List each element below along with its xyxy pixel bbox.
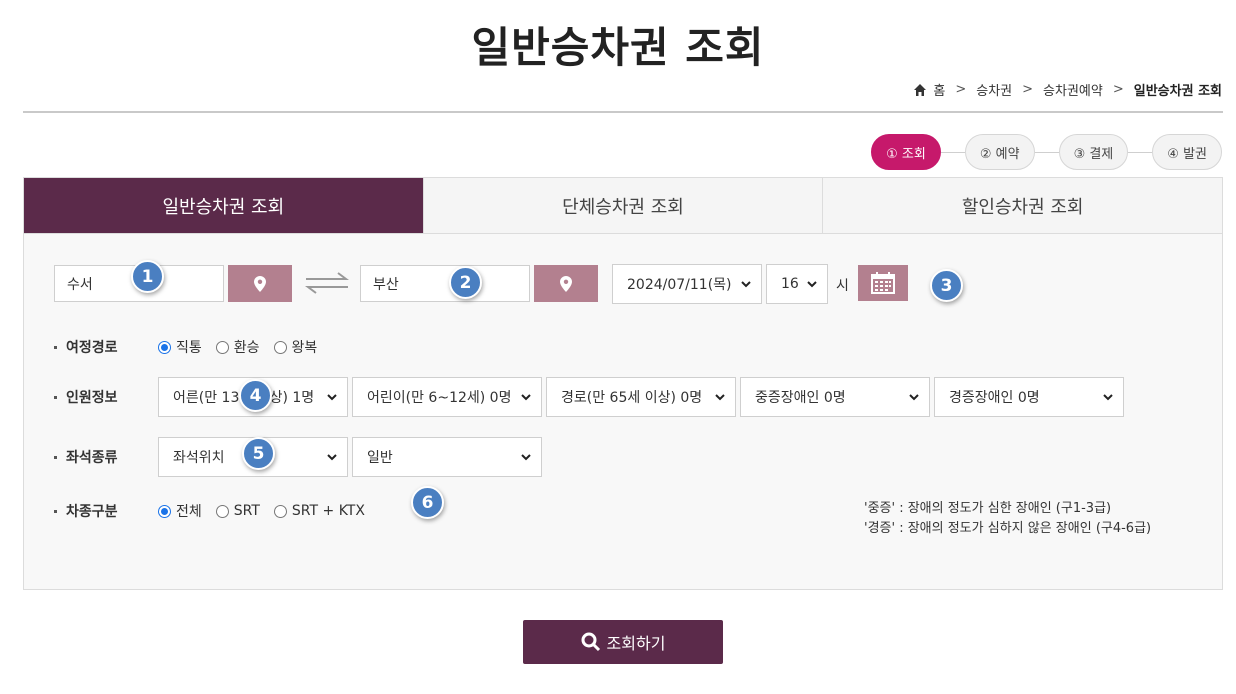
train-type-all-radio[interactable]: 전체 (158, 501, 202, 521)
step-issue: ④ 발권 (1152, 134, 1222, 170)
chevron-right-icon: > (1112, 82, 1124, 97)
date-select[interactable]: 2024/07/11(목) (612, 264, 762, 304)
search-button[interactable]: 조회하기 (523, 620, 723, 664)
note-severe: '중증' : 장애의 정도가 심한 장애인 (구1-3급) (864, 501, 1112, 516)
journey-transfer-radio[interactable]: 환승 (215, 337, 260, 357)
breadcrumb-item-reservation[interactable]: 승차권예약 (1043, 80, 1103, 99)
journey-roundtrip-radio[interactable]: 왕복 (273, 337, 317, 357)
train-type-srt-ktx-radio[interactable]: SRT + KTX (273, 503, 365, 519)
tab-group-ticket[interactable]: 단체승차권 조회 (422, 178, 823, 233)
journey-radio-group: 직통 환승 왕복 (158, 337, 331, 357)
senior-count-select[interactable]: 경로(만 65세 이상) 0명 (546, 377, 736, 417)
passenger-label: 인원정보 (54, 387, 118, 407)
search-panel: 수서 부산 2024/07/11(목) 16 시 여정경로 직통 환승 왕복 인… (23, 233, 1223, 590)
annotation-badge-5: 5 (242, 437, 275, 470)
search-button-label: 조회하기 (606, 634, 666, 653)
disability-note: '중증' : 장애의 정도가 심한 장애인 (구1-3급) '경증' : 장애의… (864, 499, 1151, 539)
tab-general-ticket[interactable]: 일반승차권 조회 (24, 178, 423, 233)
chevron-down-icon (909, 394, 919, 401)
page-title: 일반승차권 조회 (471, 23, 765, 72)
annotation-badge-3: 3 (930, 269, 963, 302)
calendar-button[interactable] (858, 265, 908, 301)
child-count-select[interactable]: 어린이(만 6~12세) 0명 (352, 377, 542, 417)
annotation-badge-6: 6 (411, 486, 444, 519)
calendar-icon (871, 272, 895, 294)
annotation-badge-2: 2 (449, 266, 482, 299)
train-type-srt-radio[interactable]: SRT (215, 503, 260, 519)
journey-label: 여정경로 (54, 337, 118, 357)
step-connector (1034, 151, 1059, 153)
chevron-down-icon (807, 281, 817, 288)
chevron-right-icon: > (1022, 82, 1034, 97)
swap-icon[interactable] (304, 271, 350, 295)
mild-disabled-count-select[interactable]: 경증장애인 0명 (934, 377, 1124, 417)
hour-value: 16 (781, 276, 799, 292)
chevron-down-icon (521, 394, 531, 401)
chevron-down-icon (715, 394, 725, 401)
breadcrumb-item-ticket[interactable]: 승차권 (976, 80, 1012, 99)
hour-unit-label: 시 (836, 278, 849, 294)
journey-direct-radio[interactable]: 직통 (158, 337, 202, 357)
chevron-down-icon (741, 281, 751, 288)
chevron-down-icon (327, 394, 337, 401)
breadcrumb: 홈 > 승차권 > 승차권예약 > 일반승차권 조회 (913, 80, 1222, 99)
step-connector (940, 151, 965, 153)
severe-disabled-count-select[interactable]: 중증장애인 0명 (740, 377, 930, 417)
seat-class-select[interactable]: 일반 (352, 437, 542, 477)
step-connector (1128, 151, 1153, 153)
chevron-down-icon (327, 454, 337, 461)
train-type-label: 차종구분 (54, 501, 118, 521)
step-search: ① 조회 (871, 134, 941, 170)
arrival-input[interactable]: 부산 (360, 265, 530, 302)
tab-discount-ticket[interactable]: 할인승차권 조회 (822, 178, 1223, 233)
divider (23, 111, 1223, 113)
step-reserve: ② 예약 (964, 134, 1035, 170)
arrival-location-button[interactable] (534, 265, 598, 302)
step-indicator: ① 조회 ② 예약 ③ 결제 ④ 발권 (871, 134, 1222, 170)
hour-select[interactable]: 16 (766, 264, 828, 304)
step-payment: ③ 결제 (1058, 134, 1129, 170)
breadcrumb-home[interactable]: 홈 (933, 80, 945, 99)
annotation-badge-1: 1 (131, 260, 164, 293)
chevron-right-icon: > (955, 82, 967, 97)
map-pin-icon (254, 275, 266, 292)
breadcrumb-current: 일반승차권 조회 (1133, 84, 1222, 99)
annotation-badge-4: 4 (239, 379, 272, 412)
note-mild: '경증' : 장애의 정도가 심하지 않은 장애인 (구4-6급) (864, 521, 1152, 536)
chevron-down-icon (521, 454, 531, 461)
date-value: 2024/07/11(목) (627, 277, 732, 293)
ticket-tabs: 일반승차권 조회 단체승차권 조회 할인승차권 조회 (23, 177, 1223, 233)
train-type-radio-group: 전체 SRT SRT + KTX (158, 501, 379, 521)
seat-type-label: 좌석종류 (54, 447, 118, 467)
departure-location-button[interactable] (228, 265, 292, 302)
search-icon (581, 632, 600, 652)
chevron-down-icon (1103, 394, 1113, 401)
map-pin-icon (560, 275, 572, 292)
home-icon[interactable] (913, 83, 927, 97)
